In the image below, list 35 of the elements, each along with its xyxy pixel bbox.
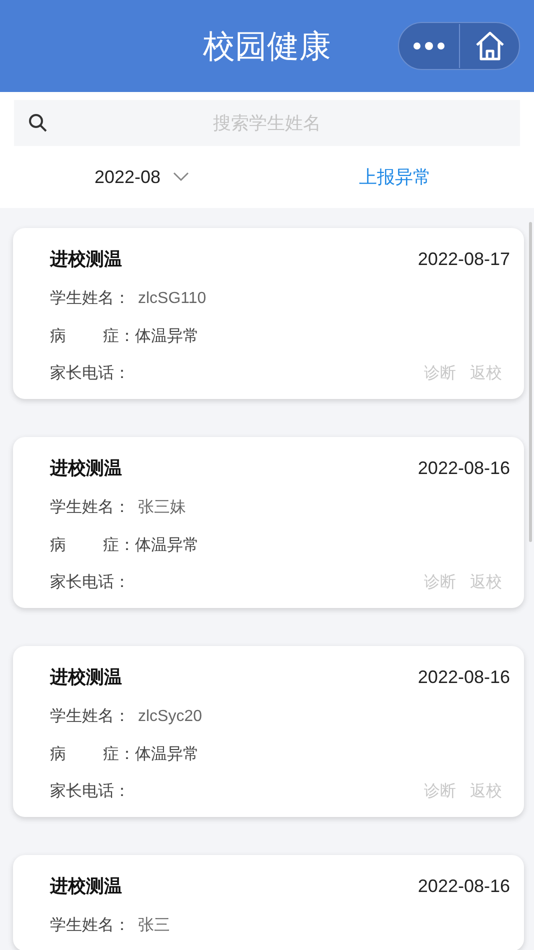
- more-icon: [413, 42, 445, 50]
- record-date: 2022-08-16: [418, 874, 510, 898]
- student-name: zlcSG110: [138, 289, 206, 309]
- field-label: 病: [50, 326, 66, 347]
- record-date: 2022-08-16: [418, 666, 510, 688]
- field-label: 学生姓名：: [50, 288, 131, 309]
- field-label: 家长电话：: [50, 364, 130, 384]
- record-type: 进校测温: [50, 456, 122, 480]
- symptom-value: 体温异常: [135, 326, 199, 347]
- month-picker[interactable]: 2022-08: [14, 164, 269, 190]
- student-name: 张三: [138, 916, 170, 936]
- symptom-value: 体温异常: [135, 744, 199, 765]
- record-card[interactable]: 进校测温 2022-08-16 学生姓名： 张三: [13, 855, 524, 950]
- record-type: 进校测温: [50, 248, 122, 270]
- symptom-value: 体温异常: [135, 536, 199, 556]
- field-label: 病: [50, 536, 66, 556]
- report-link[interactable]: 上报异常: [359, 164, 431, 190]
- field-label: 家长电话：: [50, 782, 130, 802]
- field-label: 学生姓名：: [50, 706, 131, 727]
- record-type: 进校测温: [50, 874, 122, 898]
- record-date: 2022-08-16: [418, 456, 510, 480]
- field-label: 家长电话：: [50, 572, 130, 593]
- field-label: 学生姓名：: [50, 916, 131, 936]
- page-title: 校园健康: [203, 27, 331, 66]
- field-label: 学生姓名：: [50, 498, 131, 518]
- record-date: 2022-08-17: [418, 248, 510, 270]
- field-label: 病: [50, 744, 66, 765]
- field-label: 症：: [103, 326, 135, 347]
- student-name: zlcSyc20: [138, 707, 202, 727]
- student-name: 张三妹: [138, 498, 186, 518]
- record-type: 进校测温: [50, 666, 122, 688]
- field-label: 症：: [103, 744, 135, 765]
- field-label: 症：: [103, 536, 135, 556]
- home-icon: [474, 30, 506, 62]
- chevron-down-icon: [172, 172, 189, 182]
